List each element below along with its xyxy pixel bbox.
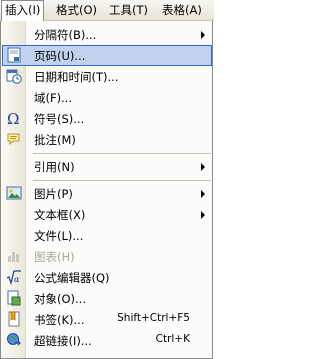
menu-tools[interactable]: 工具(T): [105, 0, 152, 21]
menu-item-text-box[interactable]: 文本框(X): [2, 204, 212, 225]
menu-table[interactable]: 表格(A): [158, 0, 206, 21]
menu-item-bookmark[interactable]: 书签(K)... Shift+Ctrl+F5: [2, 309, 212, 330]
menu-item-object[interactable]: 对象(O)...: [2, 288, 212, 309]
menu-item-hyperlink[interactable]: 超链接(I)... Ctrl+K: [2, 330, 212, 351]
menu-item-label: 分隔符(B)...: [34, 28, 97, 42]
menu-item-field[interactable]: 域(F)...: [2, 87, 212, 108]
page-number-icon: [6, 47, 22, 63]
menu-item-comment[interactable]: 批注(M): [2, 129, 212, 150]
object-icon: [6, 290, 22, 306]
date-time-icon: [6, 68, 22, 84]
chart-icon: [6, 248, 22, 264]
menu-item-equation-editor[interactable]: α 公式编辑器(Q): [2, 267, 212, 288]
menu-item-label: 书签(K)...: [34, 313, 85, 327]
menu-item-label: 引用(N): [34, 160, 75, 174]
bookmark-icon: [6, 311, 22, 327]
menu-item-label: 文件(L)...: [34, 229, 84, 243]
svg-text:Ω: Ω: [7, 110, 19, 126]
submenu-arrow-icon: [201, 163, 205, 171]
menu-item-picture[interactable]: 图片(P): [2, 183, 212, 204]
omega-icon: Ω: [6, 110, 22, 128]
menu-separator: [33, 180, 211, 181]
menu-item-break[interactable]: 分隔符(B)...: [2, 24, 212, 45]
submenu-arrow-icon: [201, 211, 205, 219]
menu-item-label: 图表(H): [34, 250, 75, 264]
menu-item-shortcut: Shift+Ctrl+F5: [117, 312, 190, 324]
menu-separator: [33, 153, 211, 154]
menu-format[interactable]: 格式(O): [52, 0, 101, 21]
menu-item-label: 公式编辑器(Q): [34, 271, 110, 285]
menu-item-label: 对象(O)...: [34, 292, 86, 306]
picture-icon: [6, 185, 22, 201]
menu-item-label: 图片(P): [34, 187, 73, 201]
menu-item-reference[interactable]: 引用(N): [2, 156, 212, 177]
hyperlink-icon: [6, 332, 22, 348]
equation-icon: α: [6, 269, 22, 286]
menu-item-page-numbers[interactable]: 页码(U)...: [2, 45, 212, 66]
menu-item-shortcut: Ctrl+K: [155, 333, 190, 345]
menu-item-file[interactable]: 文件(L)...: [2, 225, 212, 246]
menu-item-label: 页码(U)...: [34, 49, 86, 63]
insert-dropdown-menu: 分隔符(B)... 页码(U)... 日期和时间(T)... 域(F)... Ω…: [0, 21, 213, 359]
submenu-arrow-icon: [201, 190, 205, 198]
submenu-arrow-icon: [201, 31, 205, 39]
menu-item-label: 文本框(X): [34, 208, 86, 222]
menu-bar: 插入(I) 格式(O) 工具(T) 表格(A): [0, 0, 214, 22]
menu-item-label: 批注(M): [34, 133, 76, 147]
menu-item-label: 日期和时间(T)...: [34, 70, 119, 84]
svg-text:α: α: [14, 275, 20, 284]
menu-item-symbol[interactable]: Ω 符号(S)...: [2, 108, 212, 129]
menu-item-label: 符号(S)...: [34, 112, 85, 126]
menu-item-date-time[interactable]: 日期和时间(T)...: [2, 66, 212, 87]
menu-item-label: 超链接(I)...: [34, 334, 92, 348]
menu-item-chart: 图表(H): [2, 246, 212, 267]
comment-icon: [6, 131, 22, 147]
menu-insert[interactable]: 插入(I): [1, 0, 45, 22]
menu-item-label: 域(F)...: [34, 91, 73, 105]
